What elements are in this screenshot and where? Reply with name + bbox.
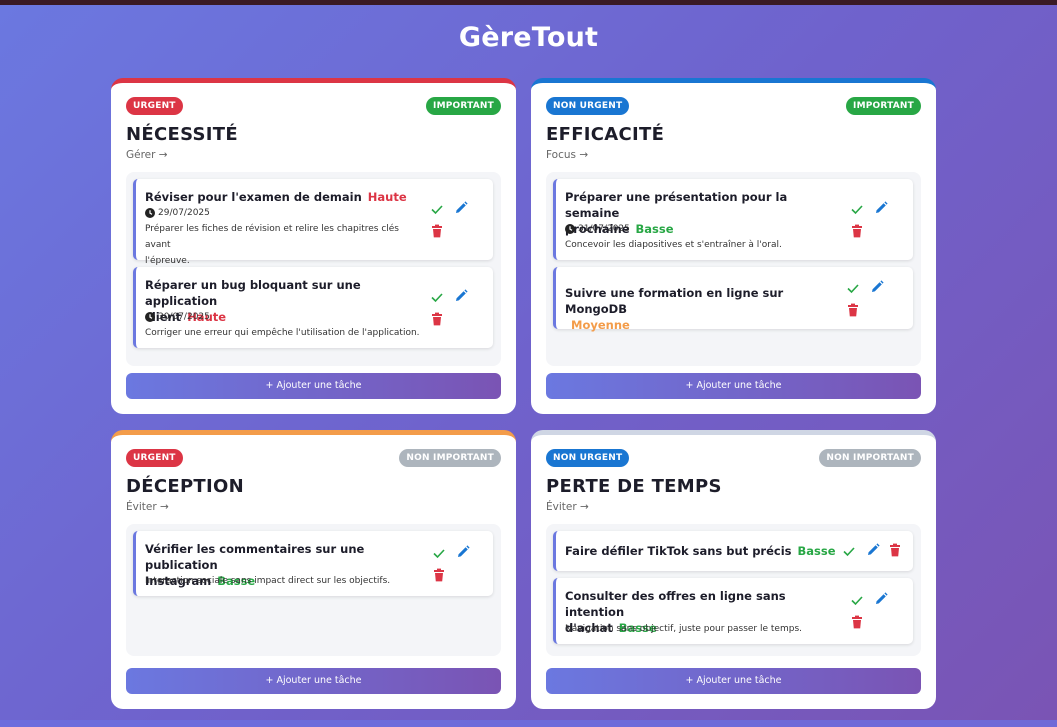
importance-badge: NON IMPORTANT xyxy=(819,449,921,467)
trash-icon xyxy=(890,543,900,557)
trash-icon xyxy=(852,615,862,629)
quadrant-subtitle: Gérer → xyxy=(126,149,168,161)
task-card: Faire défiler TikTok sans but précis Bass… xyxy=(553,531,913,571)
task-card: Consulter des offres en ligne sans inten… xyxy=(553,578,913,644)
edit-task-button[interactable] xyxy=(454,289,468,303)
quadrant-efficacite: NON URGENT IMPORTANT EFFICACITÉ Focus → … xyxy=(531,78,936,414)
delete-task-button[interactable] xyxy=(888,543,902,557)
quadrant-title: PERTE DE TEMPS xyxy=(546,476,722,497)
edit-task-button[interactable] xyxy=(454,201,468,215)
clock-icon xyxy=(145,208,155,218)
task-name: Réviser pour l'examen de demain Haute xyxy=(145,190,407,204)
task-name: Faire défiler TikTok sans but précis Bass… xyxy=(565,544,836,558)
complete-task-button[interactable] xyxy=(432,546,446,560)
check-icon xyxy=(433,549,445,559)
pencil-icon xyxy=(458,545,470,557)
task-description: Navigation sans objectif, juste pour pas… xyxy=(565,624,802,634)
pencil-icon xyxy=(868,543,880,555)
trash-icon xyxy=(848,303,858,317)
quadrant-necessite: URGENT IMPORTANT NÉCESSITÉ Gérer → Révis… xyxy=(111,78,516,414)
trash-icon xyxy=(852,224,862,238)
edit-task-button[interactable] xyxy=(874,201,888,215)
pencil-icon xyxy=(456,289,468,301)
task-description: Préparer les fiches de révision et relir… xyxy=(145,224,399,266)
edit-task-button[interactable] xyxy=(866,543,880,557)
urgency-badge: URGENT xyxy=(126,97,183,115)
priority-label: Moyenne xyxy=(571,318,630,332)
bottom-strip xyxy=(0,720,1057,727)
pencil-icon xyxy=(872,280,884,292)
priority-label: Basse xyxy=(797,544,836,558)
task-card: Vérifier les commentaires sur une public… xyxy=(133,531,493,596)
quadrant-title: NÉCESSITÉ xyxy=(126,124,238,145)
add-task-button[interactable]: + Ajouter une tâche xyxy=(546,373,921,399)
task-date: 31/07/2025 xyxy=(565,224,630,234)
quadrant-subtitle: Focus → xyxy=(546,149,589,161)
delete-task-button[interactable] xyxy=(846,303,860,317)
complete-task-button[interactable] xyxy=(850,202,864,216)
task-name: Suivre une formation en ligne sur MongoD… xyxy=(565,286,784,332)
importance-badge: NON IMPORTANT xyxy=(399,449,501,467)
check-icon xyxy=(851,596,863,606)
task-card: Préparer une présentation pour la semain… xyxy=(553,179,913,260)
edit-task-button[interactable] xyxy=(456,545,470,559)
task-date: 29/07/2025 xyxy=(145,208,210,218)
task-description: Concevoir les diapositives et s'entraîne… xyxy=(565,240,782,250)
delete-task-button[interactable] xyxy=(430,224,444,238)
check-icon xyxy=(431,293,443,303)
app-title: GèreTout xyxy=(458,22,599,53)
priority-label: Basse xyxy=(635,222,674,236)
quadrant-subtitle: Éviter → xyxy=(126,501,169,513)
urgency-badge: NON URGENT xyxy=(546,449,630,467)
task-list: Faire défiler TikTok sans but précis Bass… xyxy=(546,524,921,656)
edit-task-button[interactable] xyxy=(874,592,888,606)
check-icon xyxy=(843,547,855,557)
delete-task-button[interactable] xyxy=(850,224,864,238)
complete-task-button[interactable] xyxy=(430,202,444,216)
urgency-badge: URGENT xyxy=(126,449,183,467)
priority-label: Haute xyxy=(367,190,407,204)
quadrant-subtitle: Éviter → xyxy=(546,501,589,513)
task-list: Réviser pour l'examen de demain Haute 29/… xyxy=(126,172,501,366)
quadrant-perte-de-temps: NON URGENT NON IMPORTANT PERTE DE TEMPS … xyxy=(531,430,936,709)
add-task-button[interactable]: + Ajouter une tâche xyxy=(126,668,501,694)
task-card: Réparer un bug bloquant sur une applicat… xyxy=(133,267,493,348)
trash-icon xyxy=(432,224,442,238)
task-list: Vérifier les commentaires sur une public… xyxy=(126,524,501,656)
task-date: 30/07/2025 xyxy=(145,312,210,322)
pencil-icon xyxy=(876,201,888,213)
importance-badge: IMPORTANT xyxy=(426,97,501,115)
quadrant-title: EFFICACITÉ xyxy=(546,124,665,145)
complete-task-button[interactable] xyxy=(842,544,856,558)
quadrant-title: DÉCEPTION xyxy=(126,476,244,497)
complete-task-button[interactable] xyxy=(430,290,444,304)
complete-task-button[interactable] xyxy=(846,281,860,295)
trash-icon xyxy=(432,312,442,326)
delete-task-button[interactable] xyxy=(850,615,864,629)
add-task-button[interactable]: + Ajouter une tâche xyxy=(126,373,501,399)
importance-badge: IMPORTANT xyxy=(846,97,921,115)
task-card: Suivre une formation en ligne sur MongoD… xyxy=(553,267,913,332)
clock-icon xyxy=(565,224,575,234)
check-icon xyxy=(851,205,863,215)
quadrant-deception: URGENT NON IMPORTANT DÉCEPTION Éviter → … xyxy=(111,430,516,709)
delete-task-button[interactable] xyxy=(430,312,444,326)
clock-icon xyxy=(145,312,155,322)
top-border xyxy=(0,0,1057,5)
task-list: Préparer une présentation pour la semain… xyxy=(546,172,921,366)
edit-task-button[interactable] xyxy=(870,280,884,294)
delete-task-button[interactable] xyxy=(432,568,446,582)
task-card: Réviser pour l'examen de demain Haute 29/… xyxy=(133,179,493,266)
task-description: Corriger une erreur qui empêche l'utilis… xyxy=(145,328,420,338)
complete-task-button[interactable] xyxy=(850,593,864,607)
pencil-icon xyxy=(876,592,888,604)
add-task-button[interactable]: + Ajouter une tâche xyxy=(546,668,921,694)
trash-icon xyxy=(434,568,444,582)
task-description: Interaction sociale sans impact direct s… xyxy=(145,576,391,586)
urgency-badge: NON URGENT xyxy=(546,97,630,115)
pencil-icon xyxy=(456,201,468,213)
check-icon xyxy=(431,205,443,215)
check-icon xyxy=(847,284,859,294)
